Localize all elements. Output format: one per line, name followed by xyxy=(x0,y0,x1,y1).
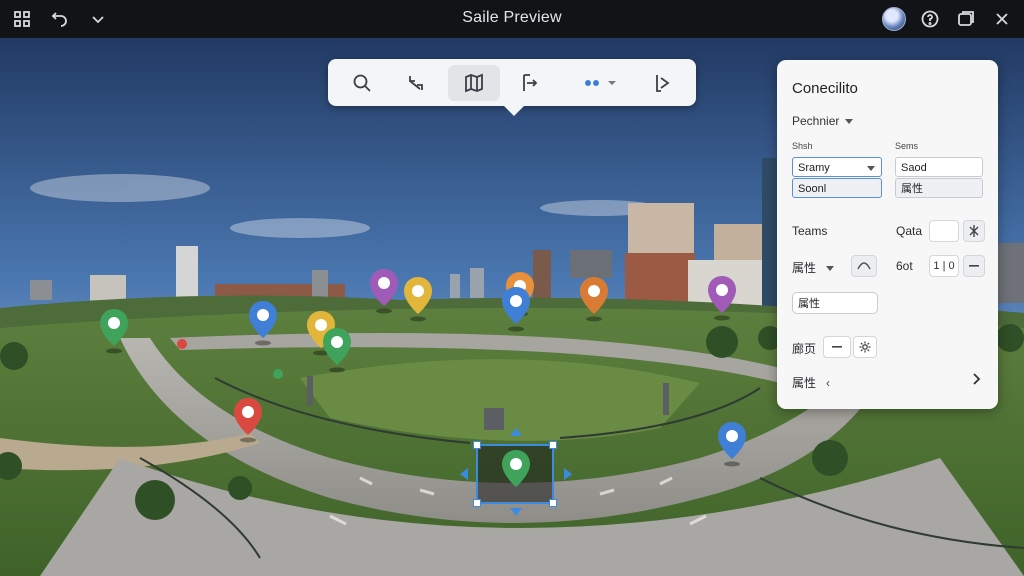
row1-mid: Qata xyxy=(896,224,923,238)
field-a-value: Sramy xyxy=(798,162,830,174)
avatar[interactable] xyxy=(882,7,906,31)
window-title: Saile Preview xyxy=(462,9,562,26)
gear-icon[interactable] xyxy=(853,336,877,358)
chevron-down-icon xyxy=(826,266,835,272)
map-pin[interactable] xyxy=(322,327,352,378)
field-a-sub[interactable]: Soonl xyxy=(792,178,882,198)
row1-label: Teams xyxy=(792,224,828,238)
row1-settings-icon[interactable] xyxy=(963,220,985,242)
rotate-icon[interactable] xyxy=(398,65,434,101)
map-pin[interactable] xyxy=(233,397,263,448)
map-pin[interactable] xyxy=(579,276,609,327)
export-icon[interactable] xyxy=(510,65,546,101)
map-pin[interactable] xyxy=(248,300,278,351)
minus-button[interactable] xyxy=(963,255,985,277)
chevron-right-icon[interactable] xyxy=(968,371,984,387)
minus-button[interactable] xyxy=(823,336,851,358)
panel-dropdown-label: Pechnier xyxy=(792,114,840,128)
row3-label: 廊页 xyxy=(792,342,817,356)
panel-title: Conecilito xyxy=(792,80,858,97)
floating-toolbar xyxy=(328,59,696,116)
field-b-input[interactable]: Saod xyxy=(895,157,983,177)
chevron-down-icon xyxy=(845,119,854,125)
field-b-sub[interactable]: 属性 xyxy=(895,178,983,198)
field-b-label: Sems xyxy=(895,141,919,151)
title-bar: Saile Preview xyxy=(0,0,1024,38)
chevron-left-icon: ‹ xyxy=(826,376,831,390)
close-icon[interactable] xyxy=(990,7,1014,31)
row2-label[interactable]: 属性 xyxy=(792,259,835,276)
share-icon[interactable] xyxy=(644,65,680,101)
map-icon[interactable] xyxy=(448,65,500,101)
map-pin[interactable] xyxy=(369,268,399,319)
field-a-label: Shsh xyxy=(792,141,813,151)
panel-dropdown[interactable]: Pechnier xyxy=(792,114,854,128)
row4-label-text: 属性 xyxy=(792,376,817,390)
map-pin[interactable] xyxy=(99,308,129,359)
row2-label-text: 属性 xyxy=(792,261,817,275)
row4-label[interactable]: 属性 ‹ xyxy=(792,374,830,391)
text-field[interactable]: 属性 xyxy=(792,292,878,314)
map-pin[interactable] xyxy=(403,276,433,327)
properties-panel: Conecilito Pechnier Shsh Sems Sramy Soon… xyxy=(777,60,998,409)
map-pin[interactable] xyxy=(717,421,747,472)
search-icon[interactable] xyxy=(344,65,380,101)
map-pin[interactable] xyxy=(707,275,737,326)
row2-mid: 6ot xyxy=(896,259,913,273)
field-a-select[interactable]: Sramy xyxy=(792,157,882,177)
help-icon[interactable] xyxy=(918,7,942,31)
row1-swatch[interactable] xyxy=(929,220,959,242)
row2-stepper[interactable]: 1 | 0 xyxy=(929,255,959,277)
more-dots-icon[interactable] xyxy=(576,65,624,101)
chevron-down-icon xyxy=(867,166,875,171)
curve-icon[interactable] xyxy=(851,255,877,277)
window-icon[interactable] xyxy=(954,7,978,31)
map-pin[interactable] xyxy=(501,286,531,337)
move-arrows-icon[interactable] xyxy=(456,422,576,522)
